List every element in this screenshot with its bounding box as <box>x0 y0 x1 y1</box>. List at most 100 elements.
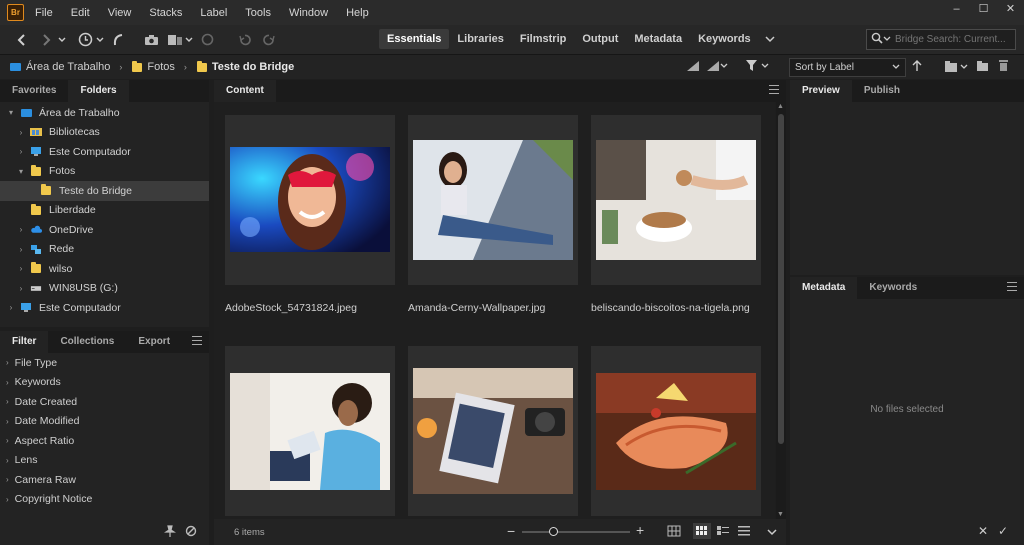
chevron-down-icon[interactable] <box>58 30 66 50</box>
scrollbar-thumb[interactable] <box>778 114 784 444</box>
sort-ascending-arrow-icon[interactable] <box>912 60 922 75</box>
close-window-button[interactable]: ✕ <box>997 0 1024 17</box>
tree-item-rede[interactable]: › Rede <box>0 240 209 260</box>
filter-keywords[interactable]: › Keywords <box>0 373 209 393</box>
view-list-icon[interactable] <box>738 526 750 539</box>
tree-item-bibliotecas[interactable]: › Bibliotecas <box>0 123 209 143</box>
tree-item-teste-do-bridge[interactable]: Teste do Bridge <box>0 181 209 201</box>
expand-arrow-icon[interactable]: › <box>16 147 26 156</box>
clear-filter-icon[interactable] <box>185 525 197 540</box>
tree-item-wilso[interactable]: › wilso <box>0 259 209 279</box>
tab-preview[interactable]: Preview <box>790 80 852 102</box>
quality-thumbnails-icon[interactable] <box>686 60 700 75</box>
tab-folders[interactable]: Folders <box>68 80 129 102</box>
workspace-essentials[interactable]: Essentials <box>379 29 450 49</box>
slider-handle[interactable] <box>549 527 558 536</box>
maximize-button[interactable]: ☐ <box>970 0 997 17</box>
tab-metadata[interactable]: Metadata <box>790 277 858 299</box>
content-scrollbar[interactable]: ▲ ▼ <box>776 102 786 519</box>
expand-arrow-icon[interactable]: › <box>6 303 16 312</box>
boomerang-return-icon[interactable] <box>112 30 124 50</box>
thumbnail-card[interactable] <box>591 346 761 516</box>
refine-icon[interactable] <box>167 30 183 50</box>
expand-arrow-icon[interactable]: › <box>16 245 26 254</box>
workspace-libraries[interactable]: Libraries <box>449 29 511 49</box>
forward-arrow-icon[interactable] <box>40 30 52 50</box>
view-options-chevron-icon[interactable] <box>767 527 777 539</box>
menu-label[interactable]: Label <box>200 7 227 19</box>
cancel-icon[interactable]: ✕ <box>978 524 988 538</box>
search-scope-chevron-icon[interactable] <box>883 34 891 46</box>
panel-menu-icon[interactable] <box>192 336 202 345</box>
menu-stacks[interactable]: Stacks <box>149 7 182 19</box>
tree-item-fotos[interactable]: ▾ Fotos <box>0 162 209 182</box>
tree-item-este-computador[interactable]: › Este Computador <box>0 142 209 162</box>
recent-clock-icon[interactable] <box>78 30 93 50</box>
review-mode-icon[interactable] <box>706 60 728 75</box>
tree-item-area-de-trabalho[interactable]: ▾ Área de Trabalho <box>0 103 209 123</box>
expand-arrow-icon[interactable]: › <box>16 128 26 137</box>
menu-file[interactable]: File <box>35 7 53 19</box>
filter-aspect-ratio[interactable]: › Aspect Ratio <box>0 431 209 451</box>
thumbnail-card[interactable] <box>591 115 761 285</box>
rotate-left-icon[interactable] <box>238 30 252 50</box>
filter-camera-raw[interactable]: › Camera Raw <box>0 470 209 490</box>
menu-view[interactable]: View <box>108 7 132 19</box>
zoom-out-icon[interactable]: − <box>507 523 515 539</box>
tab-publish[interactable]: Publish <box>852 80 912 102</box>
expand-arrow-icon[interactable]: ▾ <box>16 167 26 176</box>
view-thumbnails-button[interactable] <box>693 523 711 539</box>
tab-favorites[interactable]: Favorites <box>0 80 68 102</box>
expand-arrow-icon[interactable]: › <box>16 284 26 293</box>
expand-arrow-icon[interactable]: ▾ <box>6 108 16 117</box>
thumbnail-card[interactable] <box>408 115 578 285</box>
tree-item-win8usb[interactable]: › WIN8USB (G:) <box>0 279 209 299</box>
menu-window[interactable]: Window <box>289 7 328 19</box>
thumbnail-size-slider[interactable] <box>522 527 630 536</box>
rotate-right-icon[interactable] <box>262 30 276 50</box>
filter-items-icon[interactable] <box>745 59 771 76</box>
breadcrumb-item-current[interactable]: Teste do Bridge <box>196 60 294 73</box>
apply-checkmark-icon[interactable]: ✓ <box>998 524 1008 538</box>
open-in-camera-raw-icon[interactable] <box>201 30 214 50</box>
tab-collections[interactable]: Collections <box>48 331 126 353</box>
workspace-filmstrip[interactable]: Filmstrip <box>512 29 574 49</box>
tab-content[interactable]: Content <box>214 80 276 102</box>
tab-filter[interactable]: Filter <box>0 331 49 353</box>
open-recent-files-icon[interactable] <box>944 60 970 76</box>
filter-lens[interactable]: › Lens <box>0 451 209 471</box>
lock-thumbnail-grid-icon[interactable] <box>667 525 681 540</box>
view-details-icon[interactable] <box>717 526 729 539</box>
trash-delete-icon[interactable] <box>998 59 1009 75</box>
thumbnail-card[interactable] <box>408 346 578 516</box>
tab-export[interactable]: Export <box>126 331 182 353</box>
filter-date-created[interactable]: › Date Created <box>0 392 209 412</box>
camera-get-photos-icon[interactable] <box>144 30 159 50</box>
workspace-output[interactable]: Output <box>574 29 626 49</box>
bridge-logo-icon[interactable]: Br <box>7 4 24 21</box>
thumbnail-card[interactable] <box>225 115 395 285</box>
workspace-keywords[interactable]: Keywords <box>690 29 759 49</box>
tab-keywords[interactable]: Keywords <box>857 277 929 299</box>
scroll-down-arrow-icon[interactable]: ▼ <box>777 511 784 518</box>
expand-arrow-icon[interactable]: › <box>16 264 26 273</box>
back-arrow-icon[interactable] <box>16 30 28 50</box>
refine-dropdown-chevron-icon[interactable] <box>185 30 193 50</box>
search-input[interactable] <box>895 34 1013 45</box>
breadcrumb-item[interactable]: Área de Trabalho › <box>10 61 122 73</box>
panel-menu-icon[interactable] <box>769 85 779 94</box>
menu-tools[interactable]: Tools <box>245 7 271 19</box>
zoom-in-icon[interactable]: + <box>636 522 644 538</box>
panel-menu-icon[interactable] <box>1007 282 1017 291</box>
filter-date-modified[interactable]: › Date Modified <box>0 412 209 432</box>
workspace-metadata[interactable]: Metadata <box>626 29 690 49</box>
workspace-more-chevron-icon[interactable] <box>765 29 775 49</box>
menu-edit[interactable]: Edit <box>71 7 90 19</box>
scroll-up-arrow-icon[interactable]: ▲ <box>777 103 784 110</box>
new-folder-icon[interactable] <box>976 60 989 75</box>
menu-help[interactable]: Help <box>346 7 369 19</box>
recent-dropdown-chevron-icon[interactable] <box>96 30 104 50</box>
search-icon[interactable] <box>871 32 883 47</box>
thumbnail-card[interactable] <box>225 346 395 516</box>
breadcrumb-item[interactable]: Fotos › <box>132 60 187 73</box>
